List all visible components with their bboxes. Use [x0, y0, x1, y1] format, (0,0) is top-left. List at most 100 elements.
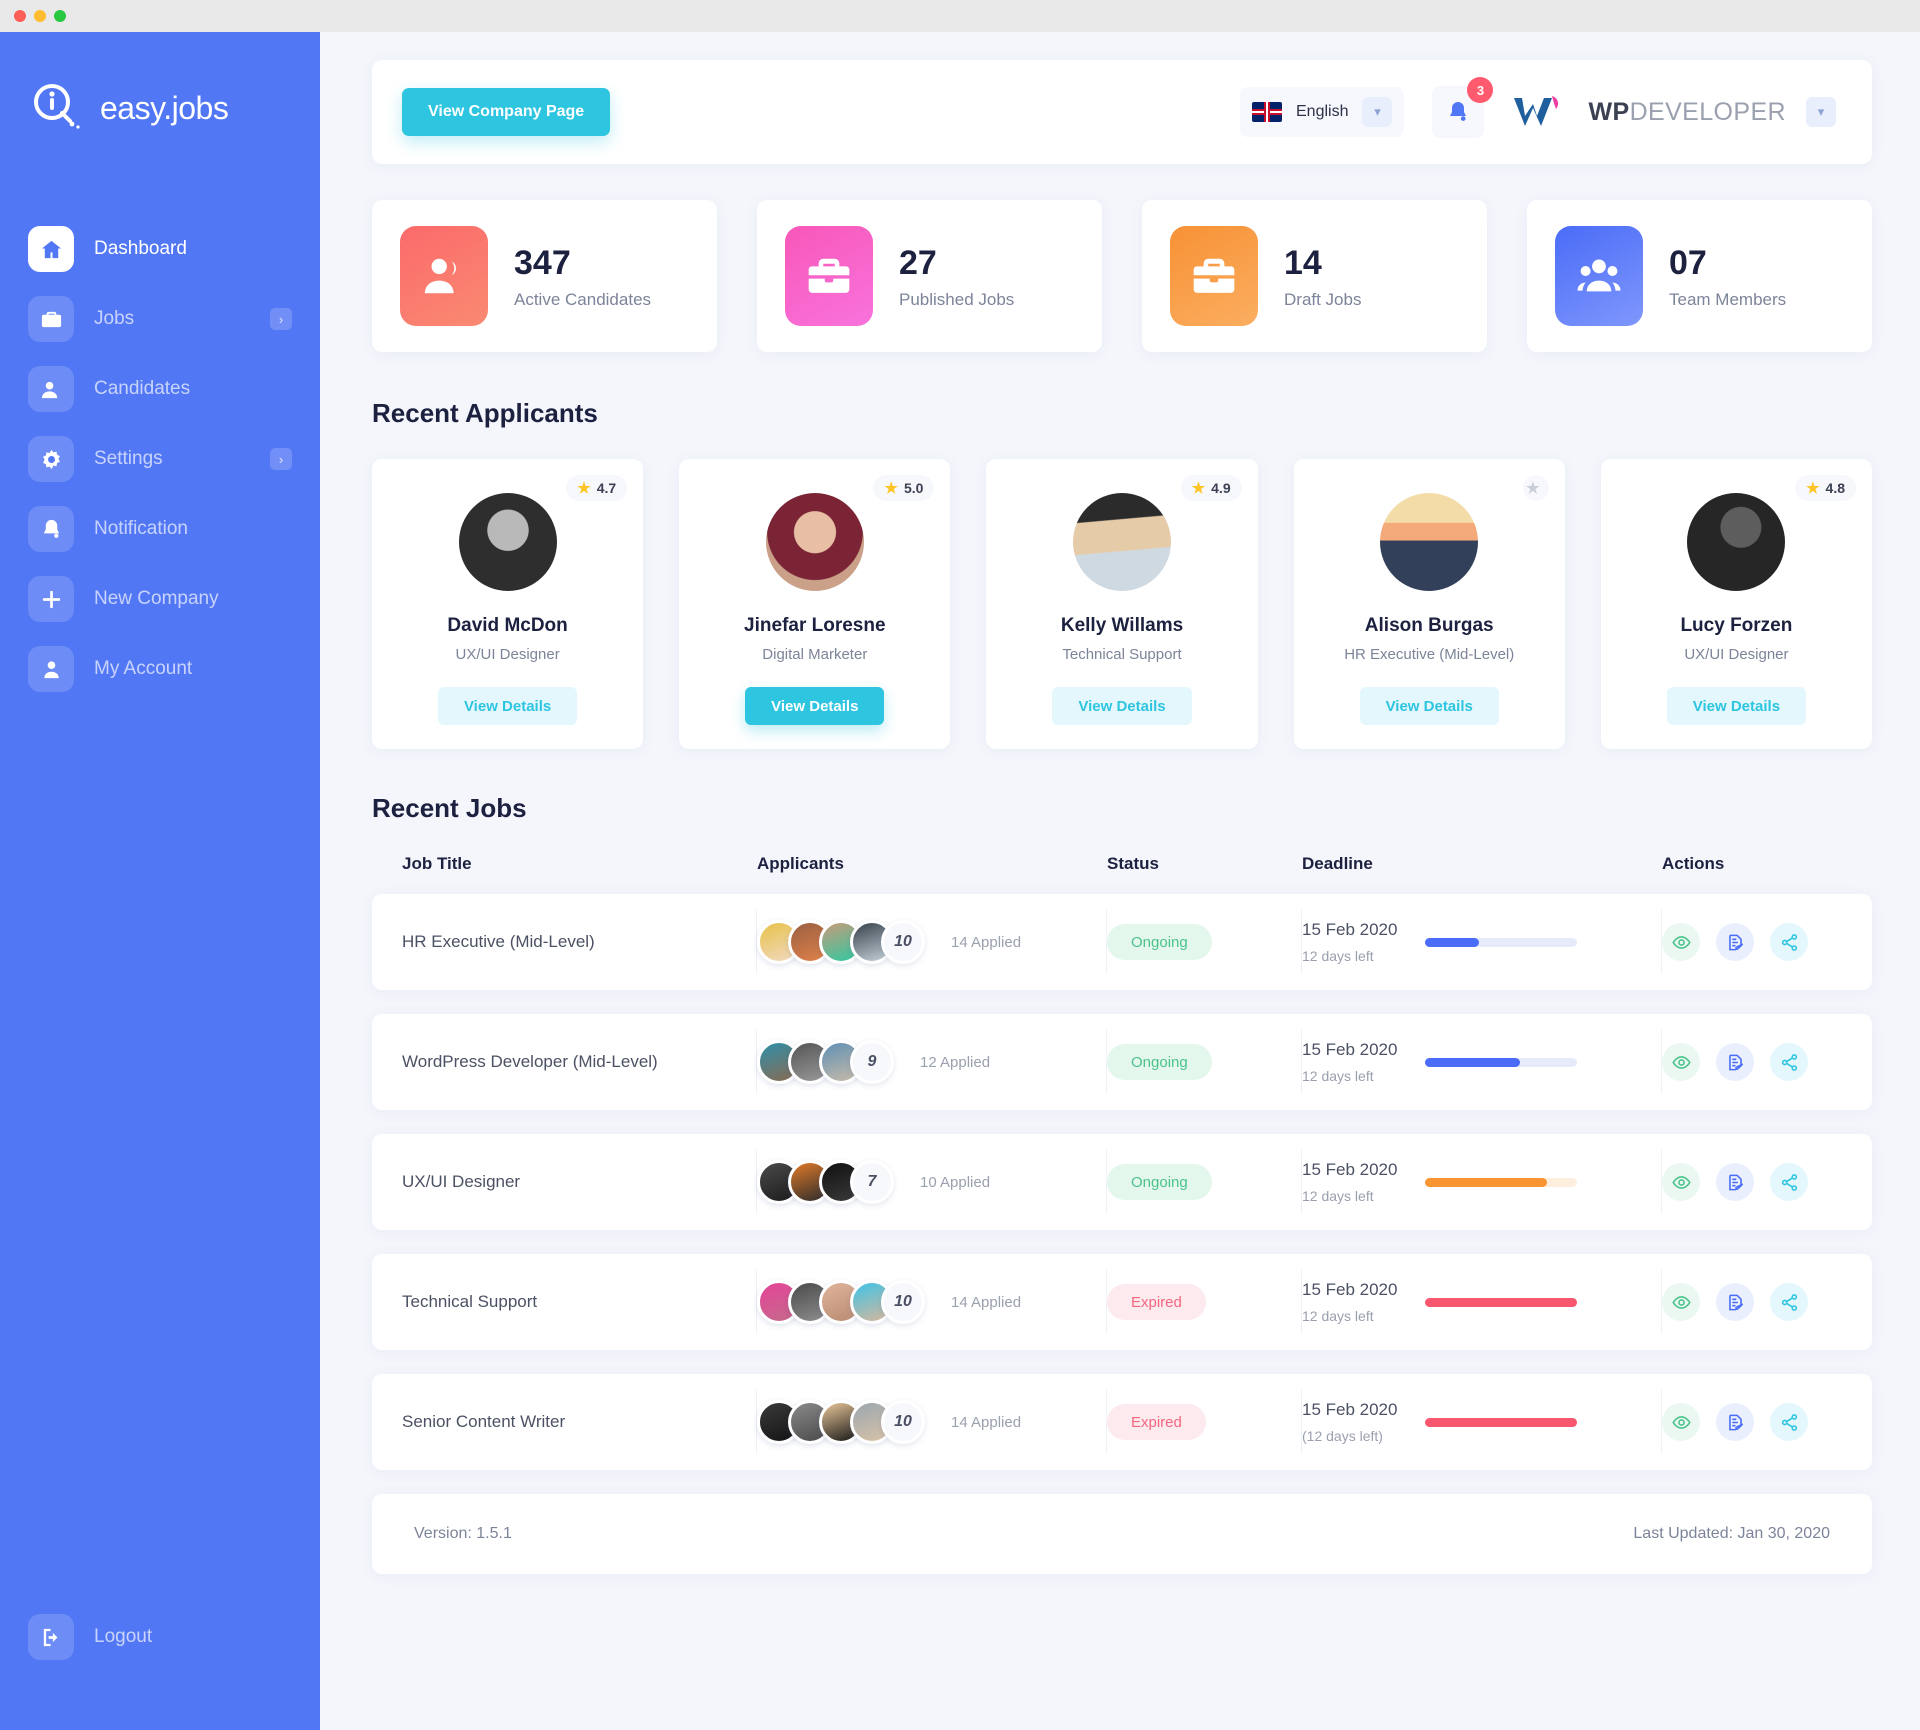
table-row[interactable]: UX/UI Designer 7 10 Applied Ongoing 15 F… [372, 1134, 1872, 1230]
chevron-right-icon[interactable]: › [270, 448, 292, 470]
plus-icon [28, 576, 74, 622]
deadline-date: 15 Feb 2020 [1302, 1160, 1398, 1179]
view-details-button[interactable]: View Details [1666, 687, 1807, 725]
eye-icon[interactable] [1662, 1403, 1700, 1441]
deadline-cell: 15 Feb 2020 12 days left [1302, 910, 1662, 974]
chevron-down-icon[interactable]: ▾ [1806, 97, 1836, 127]
topbar-right-group: English ▾ 3 WPDEVELOPER ▾ [1240, 77, 1836, 138]
logout-button[interactable]: Logout [28, 1614, 152, 1660]
deadline-cell: 15 Feb 2020 (12 days left) [1302, 1390, 1662, 1454]
briefcase-icon [785, 226, 873, 326]
sidebar-item-my-account[interactable]: My Account [28, 641, 296, 697]
view-details-button[interactable]: View Details [437, 687, 578, 725]
notification-button[interactable]: 3 [1432, 77, 1494, 138]
view-company-page-button[interactable]: View Company Page [402, 88, 611, 136]
sidebar-item-label: Notification [94, 518, 188, 539]
chevron-right-icon[interactable]: › [270, 308, 292, 330]
table-row[interactable]: Senior Content Writer 10 14 Applied Expi… [372, 1374, 1872, 1470]
eye-icon[interactable] [1662, 1163, 1700, 1201]
stat-label: Draft Jobs [1284, 290, 1362, 310]
window-close-button[interactable] [14, 10, 26, 22]
sidebar-item-notification[interactable]: Notification [28, 501, 296, 557]
avatar-stack: 7 [757, 1160, 894, 1204]
stat-card-active-candidates[interactable]: 347 Active Candidates [372, 200, 717, 352]
days-left: 12 days left [1302, 1188, 1374, 1204]
action-buttons [1662, 1163, 1808, 1201]
share-icon[interactable] [1770, 1043, 1808, 1081]
account-name-bold: WP [1588, 97, 1630, 126]
view-details-button[interactable]: View Details [1359, 687, 1499, 725]
share-icon[interactable] [1770, 1403, 1808, 1441]
applicant-card[interactable]: ★ 4.9 Kelly Willams Technical Support Vi… [986, 459, 1258, 749]
applicant-card[interactable]: ★ Alison Burgas HR Executive (Mid-Level)… [1293, 459, 1565, 749]
sidebar-item-settings[interactable]: Settings › [28, 431, 296, 487]
stat-value: 07 [1669, 243, 1707, 282]
applicant-card[interactable]: ★ 4.8 Lucy Forzen UX/UI Designer View De… [1600, 459, 1873, 749]
main-content: View Company Page English ▾ 3 WPDEVELOPE… [320, 32, 1920, 1730]
sidebar-item-jobs[interactable]: Jobs › [28, 291, 296, 347]
stat-value: 14 [1284, 243, 1322, 282]
applicant-card[interactable]: ★ 5.0 Jinefar Loresne Digital Marketer V… [679, 459, 951, 749]
avatar [1687, 493, 1786, 591]
stat-card-team-members[interactable]: 07 Team Members [1527, 200, 1872, 352]
account-menu[interactable]: WPDEVELOPER ▾ [1512, 92, 1836, 132]
home-icon [28, 226, 74, 272]
stat-card-published-jobs[interactable]: 27 Published Jobs [757, 200, 1102, 352]
stat-cards: 347 Active Candidates 27 Published Jobs [372, 200, 1872, 352]
applicant-count: 7 [850, 1160, 894, 1204]
eye-icon[interactable] [1662, 1283, 1700, 1321]
footer-bar: Version: 1.5.1 Last Updated: Jan 30, 202… [372, 1494, 1872, 1574]
avatar [765, 493, 864, 591]
edit-document-icon[interactable] [1716, 1043, 1754, 1081]
brand-name: easy.jobs [100, 89, 229, 126]
share-icon[interactable] [1770, 1283, 1808, 1321]
avatar-stack: 9 [757, 1040, 894, 1084]
avatar [1380, 493, 1479, 591]
job-title: HR Executive (Mid-Level) [402, 910, 757, 974]
sidebar-item-candidates[interactable]: Candidates [28, 361, 296, 417]
account-name: WPDEVELOPER [1588, 98, 1786, 127]
window-maximize-button[interactable] [54, 10, 66, 22]
applicant-card[interactable]: ★ 4.7 David McDon UX/UI Designer View De… [372, 459, 644, 749]
progress-bar [1425, 1057, 1578, 1067]
edit-document-icon[interactable] [1716, 1283, 1754, 1321]
sidebar: easy.jobs Dashboard Jobs › Candidates Se… [0, 32, 320, 1730]
table-row[interactable]: HR Executive (Mid-Level) 10 14 Applied O… [372, 894, 1872, 990]
brand[interactable]: easy.jobs [0, 62, 320, 136]
language-label: English [1296, 103, 1349, 120]
team-icon [1555, 226, 1643, 326]
share-icon[interactable] [1770, 923, 1808, 961]
share-icon[interactable] [1770, 1163, 1808, 1201]
edit-document-icon[interactable] [1716, 923, 1754, 961]
actions-cell [1662, 1270, 1842, 1334]
applied-count: 14 Applied [951, 1413, 1022, 1431]
jobs-table-body: HR Executive (Mid-Level) 10 14 Applied O… [372, 894, 1872, 1470]
last-updated-label: Last Updated: Jan 30, 2020 [1633, 1525, 1830, 1542]
table-row[interactable]: WordPress Developer (Mid-Level) 9 12 App… [372, 1014, 1872, 1110]
action-buttons [1662, 923, 1808, 961]
avatar-stack: 10 [757, 920, 925, 964]
language-selector[interactable]: English ▾ [1240, 87, 1405, 137]
eye-icon[interactable] [1662, 923, 1700, 961]
applicants-cell: 10 14 Applied [757, 1390, 1107, 1454]
sidebar-item-new-company[interactable]: New Company [28, 571, 296, 627]
view-details-button[interactable]: View Details [745, 687, 885, 725]
gear-icon [28, 436, 74, 482]
table-row[interactable]: Technical Support 10 14 Applied Expired [372, 1254, 1872, 1350]
sidebar-item-label: Settings [94, 448, 163, 469]
applicant-role: UX/UI Designer [1684, 646, 1789, 663]
action-buttons [1662, 1283, 1808, 1321]
window-minimize-button[interactable] [34, 10, 46, 22]
stat-label: Team Members [1669, 290, 1787, 310]
recent-applicants-list: ★ 4.7 David McDon UX/UI Designer View De… [372, 459, 1873, 749]
eye-icon[interactable] [1662, 1043, 1700, 1081]
days-left: (12 days left) [1302, 1428, 1383, 1444]
view-details-button[interactable]: View Details [1052, 687, 1192, 725]
edit-document-icon[interactable] [1716, 1163, 1754, 1201]
sidebar-item-dashboard[interactable]: Dashboard [28, 221, 296, 277]
column-header-applicants: Applicants [757, 854, 844, 873]
stat-card-draft-jobs[interactable]: 14 Draft Jobs [1142, 200, 1487, 352]
chevron-down-icon[interactable]: ▾ [1362, 97, 1393, 127]
status-badge: Ongoing [1107, 924, 1212, 960]
edit-document-icon[interactable] [1716, 1403, 1754, 1441]
